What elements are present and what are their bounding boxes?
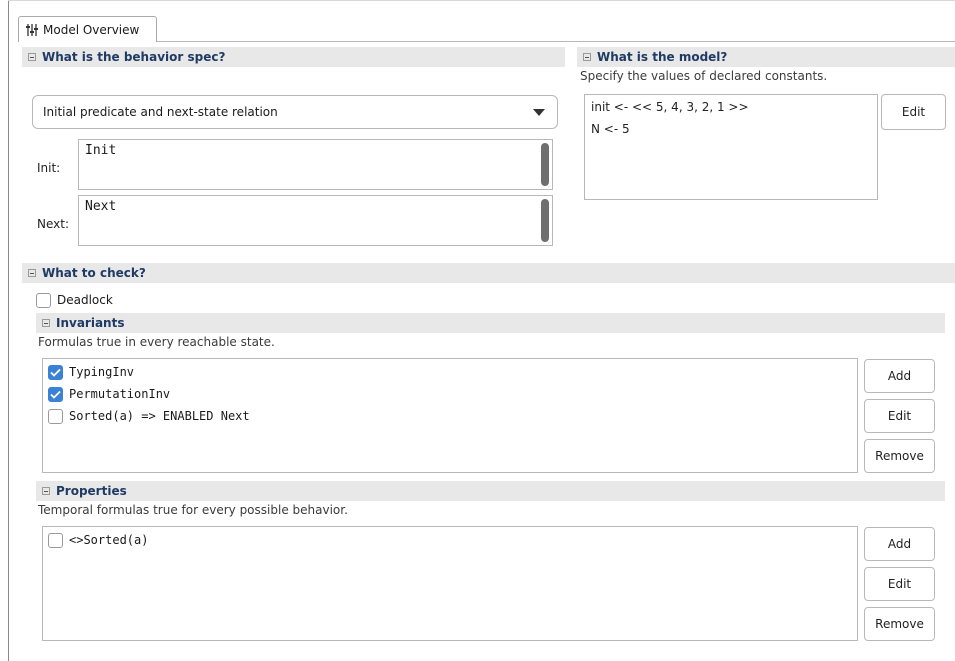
property-checkbox[interactable] — [48, 532, 63, 548]
tab-model-overview[interactable]: Model Overview — [18, 16, 157, 42]
collapse-icon[interactable] — [42, 319, 50, 327]
model-description: Specify the values of declared constants… — [580, 69, 828, 83]
edit-invariant-button[interactable]: Edit — [864, 399, 935, 433]
edit-property-button[interactable]: Edit — [864, 567, 935, 601]
invariants-description: Formulas true in every reachable state. — [38, 335, 275, 349]
add-property-button[interactable]: Add — [864, 527, 935, 561]
next-label: Next: — [37, 217, 69, 231]
init-label: Init: — [37, 161, 61, 175]
spec-type-value: Initial predicate and next-state relatio… — [43, 105, 278, 119]
tab-label: Model Overview — [43, 22, 140, 37]
init-field[interactable]: Init — [78, 139, 553, 190]
property-item[interactable]: <>Sorted(a) — [48, 529, 857, 551]
tab-bar-divider — [18, 41, 955, 42]
deadlock-label: Deadlock — [57, 293, 113, 307]
checkmark-icon — [50, 368, 61, 377]
properties-list[interactable]: <>Sorted(a) — [42, 526, 858, 641]
collapse-icon[interactable] — [42, 487, 50, 495]
remove-property-button[interactable]: Remove — [864, 607, 935, 641]
behavior-section-title: What is the behavior spec? — [42, 50, 226, 64]
spec-type-dropdown[interactable]: Initial predicate and next-state relatio… — [32, 95, 558, 129]
constant-row[interactable]: init <- << 5, 4, 3, 2, 1 >> — [591, 100, 877, 122]
remove-invariant-button[interactable]: Remove — [864, 439, 935, 473]
properties-section-title: Properties — [56, 484, 127, 498]
collapse-icon[interactable] — [28, 269, 36, 277]
properties-description: Temporal formulas true for every possibl… — [38, 503, 348, 517]
invariants-section-title: Invariants — [56, 316, 125, 330]
properties-section-header[interactable]: Properties — [36, 481, 945, 501]
collapse-icon[interactable] — [583, 53, 591, 61]
next-value: Next — [85, 199, 117, 214]
collapse-icon[interactable] — [28, 53, 36, 61]
invariant-label: TypingInv — [69, 365, 135, 379]
invariant-item[interactable]: TypingInv — [48, 361, 857, 383]
chevron-down-icon — [533, 109, 545, 116]
invariant-label: Sorted(a) => ENABLED Next — [69, 409, 250, 423]
invariant-checkbox-checked[interactable] — [48, 364, 63, 380]
model-section-title: What is the model? — [597, 50, 728, 64]
init-scrollbar[interactable] — [541, 143, 549, 186]
invariant-item[interactable]: PermutationInv — [48, 383, 857, 405]
invariants-list[interactable]: TypingInv PermutationInv Sorted(a) => EN… — [42, 358, 858, 473]
window-top-border — [8, 0, 955, 1]
invariants-section-header[interactable]: Invariants — [36, 313, 945, 333]
property-label: <>Sorted(a) — [69, 533, 149, 547]
sliders-icon — [26, 23, 38, 36]
invariant-item[interactable]: Sorted(a) => ENABLED Next — [48, 405, 857, 427]
add-invariant-button[interactable]: Add — [864, 359, 935, 393]
check-section-title: What to check? — [42, 266, 146, 280]
invariant-checkbox-checked[interactable] — [48, 386, 63, 402]
next-field[interactable]: Next — [78, 195, 553, 246]
invariant-label: PermutationInv — [69, 387, 171, 401]
behavior-section-header[interactable]: What is the behavior spec? — [22, 47, 565, 67]
model-section-header[interactable]: What is the model? — [577, 47, 955, 67]
deadlock-row[interactable]: Deadlock — [36, 289, 113, 311]
deadlock-checkbox[interactable] — [36, 292, 51, 308]
constant-row[interactable]: N <- 5 — [591, 122, 877, 144]
init-value: Init — [85, 143, 117, 158]
edit-constants-button[interactable]: Edit — [881, 94, 946, 130]
next-scrollbar[interactable] — [541, 199, 549, 242]
check-section-header[interactable]: What to check? — [22, 263, 955, 283]
window-left-border — [8, 0, 9, 661]
constants-list[interactable]: init <- << 5, 4, 3, 2, 1 >> N <- 5 — [584, 94, 878, 200]
checkmark-icon — [50, 390, 61, 399]
invariant-checkbox[interactable] — [48, 408, 63, 424]
tab-cover — [19, 40, 156, 43]
